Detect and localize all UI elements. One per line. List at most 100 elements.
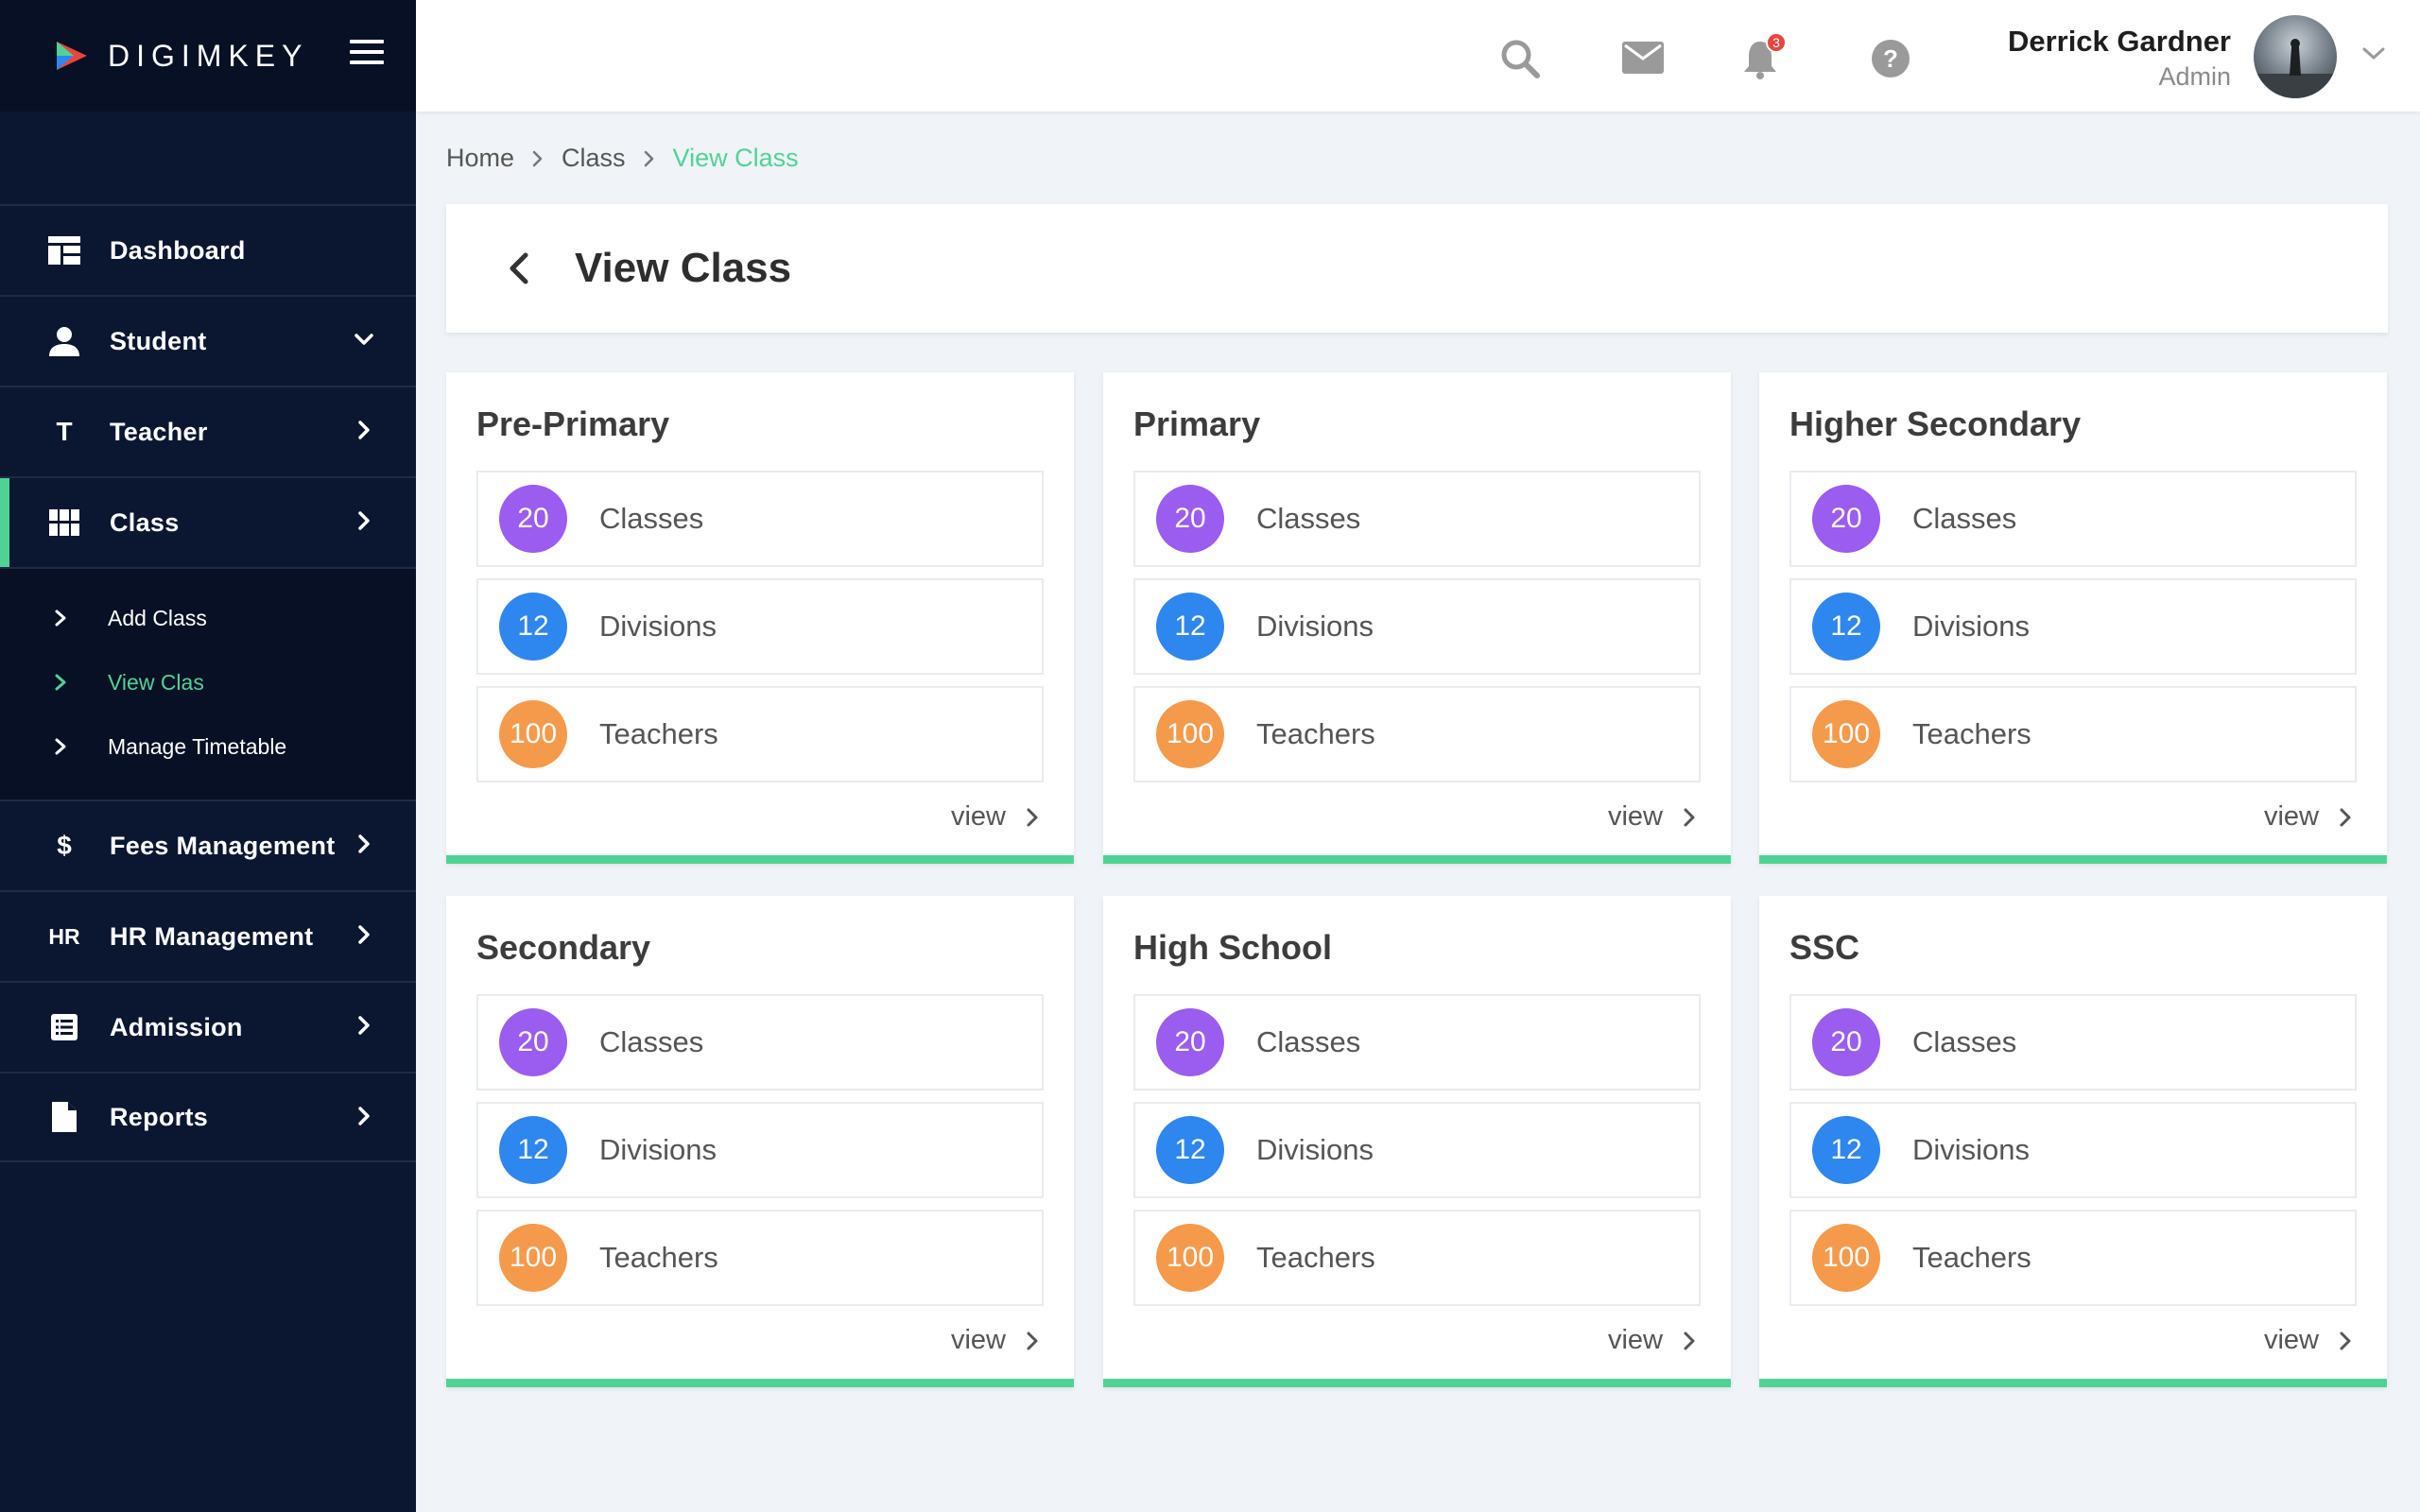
count-badge: 20 (1156, 485, 1224, 553)
chevron-right-icon (1684, 808, 1695, 826)
stat-label: Teachers (1912, 717, 2031, 750)
stat-label: Divisions (1912, 1133, 2031, 1166)
back-arrow-icon[interactable] (505, 249, 531, 287)
count-badge: 12 (1812, 593, 1880, 661)
chevron-right-icon (1027, 1332, 1038, 1349)
stat-row-divisions[interactable]: 12 Divisions (1133, 1102, 1701, 1198)
sidebar-item-reports[interactable]: Reports (0, 1072, 416, 1162)
hamburger-menu-icon[interactable] (350, 40, 384, 66)
stat-label: Teachers (599, 1241, 718, 1274)
stat-row-divisions[interactable]: 12 Divisions (1133, 578, 1701, 675)
user-role: Admin (2158, 62, 2231, 91)
view-link[interactable]: view (2264, 1325, 2353, 1356)
breadcrumb-home[interactable]: Home (446, 144, 514, 173)
sidebar-item-class[interactable]: Class (0, 476, 416, 567)
teacher-t-icon: T (56, 417, 73, 446)
stat-label: Classes (599, 502, 704, 535)
dollar-icon: $ (57, 831, 72, 860)
stat-label: Classes (1912, 1025, 2017, 1058)
sidebar-item-fees-management[interactable]: $ Fees Management (0, 799, 416, 890)
stat-row-divisions[interactable]: 12 Divisions (476, 578, 1044, 675)
view-label: view (1607, 801, 1663, 832)
brand-bar: DIGIMKEY (0, 0, 416, 112)
submenu-item-manage-timetable[interactable]: Manage Timetable (0, 714, 416, 779)
search-icon[interactable] (1499, 38, 1541, 79)
chevron-right-icon (644, 150, 653, 166)
submenu-item-label: View Clas (108, 669, 204, 695)
bell-icon[interactable]: 3 (1741, 32, 1787, 79)
stat-row-classes[interactable]: 20 Classes (1133, 471, 1701, 567)
chevron-down-icon (354, 334, 373, 345)
sidebar: DIGIMKEY Dashboard Student T Teacher Cla (0, 0, 416, 1512)
stat-row-classes[interactable]: 20 Classes (1789, 471, 2357, 567)
stat-row-classes[interactable]: 20 Classes (476, 471, 1044, 567)
stat-row-divisions[interactable]: 12 Divisions (1789, 1102, 2357, 1198)
stat-label: Divisions (599, 610, 717, 643)
count-badge: 20 (1812, 1008, 1880, 1076)
class-card: Pre-Primary 20 Classes 12 Divisions 100 Teache… (446, 372, 1074, 864)
count-badge: 20 (1156, 1008, 1224, 1076)
chevron-right-icon (2340, 808, 2351, 826)
sidebar-item-student[interactable]: Student (0, 295, 416, 386)
stat-row-teachers[interactable]: 100 Teachers (1789, 1210, 2357, 1306)
chevron-right-icon (358, 834, 370, 853)
count-badge: 20 (499, 1008, 567, 1076)
class-submenu: Add Class View Clas Manage Timetable (0, 567, 416, 799)
view-link[interactable]: view (1608, 1325, 1697, 1356)
user-icon (47, 324, 81, 358)
stat-row-divisions[interactable]: 12 Divisions (476, 1102, 1044, 1198)
sidebar-item-label: Student (110, 326, 207, 355)
submenu-item-add-class[interactable]: Add Class (0, 586, 416, 650)
count-badge: 100 (1812, 1224, 1880, 1292)
user-name: Derrick Gardner (2007, 25, 2231, 58)
file-icon (47, 1100, 81, 1134)
submenu-item-view-class[interactable]: View Clas (0, 650, 416, 714)
stat-row-teachers[interactable]: 100 Teachers (476, 686, 1044, 782)
chevron-down-icon[interactable] (2361, 45, 2386, 62)
stat-row-classes[interactable]: 20 Classes (476, 994, 1044, 1091)
dashboard-icon (47, 233, 81, 267)
sidebar-item-admission[interactable]: Admission (0, 981, 416, 1072)
stat-label: Classes (1912, 502, 2017, 535)
view-label: view (1607, 1325, 1663, 1355)
sidebar-item-hr-management[interactable]: HR HR Management (0, 890, 416, 981)
view-link[interactable]: view (951, 801, 1040, 833)
page-title-bar: View Class (446, 204, 2388, 333)
view-label: view (2263, 801, 2319, 832)
brand-name: DIGIMKEY (108, 38, 309, 73)
sidebar-item-label: Dashboard (110, 235, 246, 265)
count-badge: 100 (499, 1224, 567, 1292)
view-link[interactable]: view (2264, 801, 2353, 833)
view-link[interactable]: view (951, 1325, 1040, 1356)
stat-row-teachers[interactable]: 100 Teachers (1133, 686, 1701, 782)
stat-label: Classes (599, 1025, 704, 1058)
stat-row-divisions[interactable]: 12 Divisions (1789, 578, 2357, 675)
class-card: High School 20 Classes 12 Divisions 100 Teache… (1103, 896, 1731, 1387)
stat-row-classes[interactable]: 20 Classes (1789, 994, 2357, 1091)
sidebar-item-label: Admission (110, 1012, 243, 1041)
stat-row-classes[interactable]: 20 Classes (1133, 994, 1701, 1091)
count-badge: 12 (499, 593, 567, 661)
stat-row-teachers[interactable]: 100 Teachers (1133, 1210, 1701, 1306)
view-link[interactable]: view (1608, 801, 1697, 833)
sidebar-item-dashboard[interactable]: Dashboard (0, 204, 416, 295)
stat-label: Classes (1256, 502, 1361, 535)
avatar[interactable] (2254, 15, 2337, 98)
chevron-right-icon (358, 421, 370, 439)
breadcrumb-class[interactable]: Class (562, 144, 626, 173)
submenu-item-label: Add Class (108, 605, 207, 630)
mail-icon[interactable] (1622, 42, 1664, 83)
chevron-right-icon (55, 610, 66, 627)
submenu-item-label: Manage Timetable (108, 733, 287, 759)
help-icon[interactable]: ? (1870, 38, 1911, 79)
chevron-right-icon (2340, 1332, 2351, 1349)
sidebar-item-teacher[interactable]: T Teacher (0, 386, 416, 476)
card-title: SSC (1789, 928, 1860, 967)
stat-row-teachers[interactable]: 100 Teachers (1789, 686, 2357, 782)
chevron-right-icon (358, 511, 370, 530)
stat-row-teachers[interactable]: 100 Teachers (476, 1210, 1044, 1306)
grid-icon (47, 506, 81, 540)
sidebar-nav: Dashboard Student T Teacher Class Add Cl… (0, 204, 416, 1162)
view-label: view (950, 1325, 1006, 1355)
chevron-right-icon (55, 738, 66, 755)
